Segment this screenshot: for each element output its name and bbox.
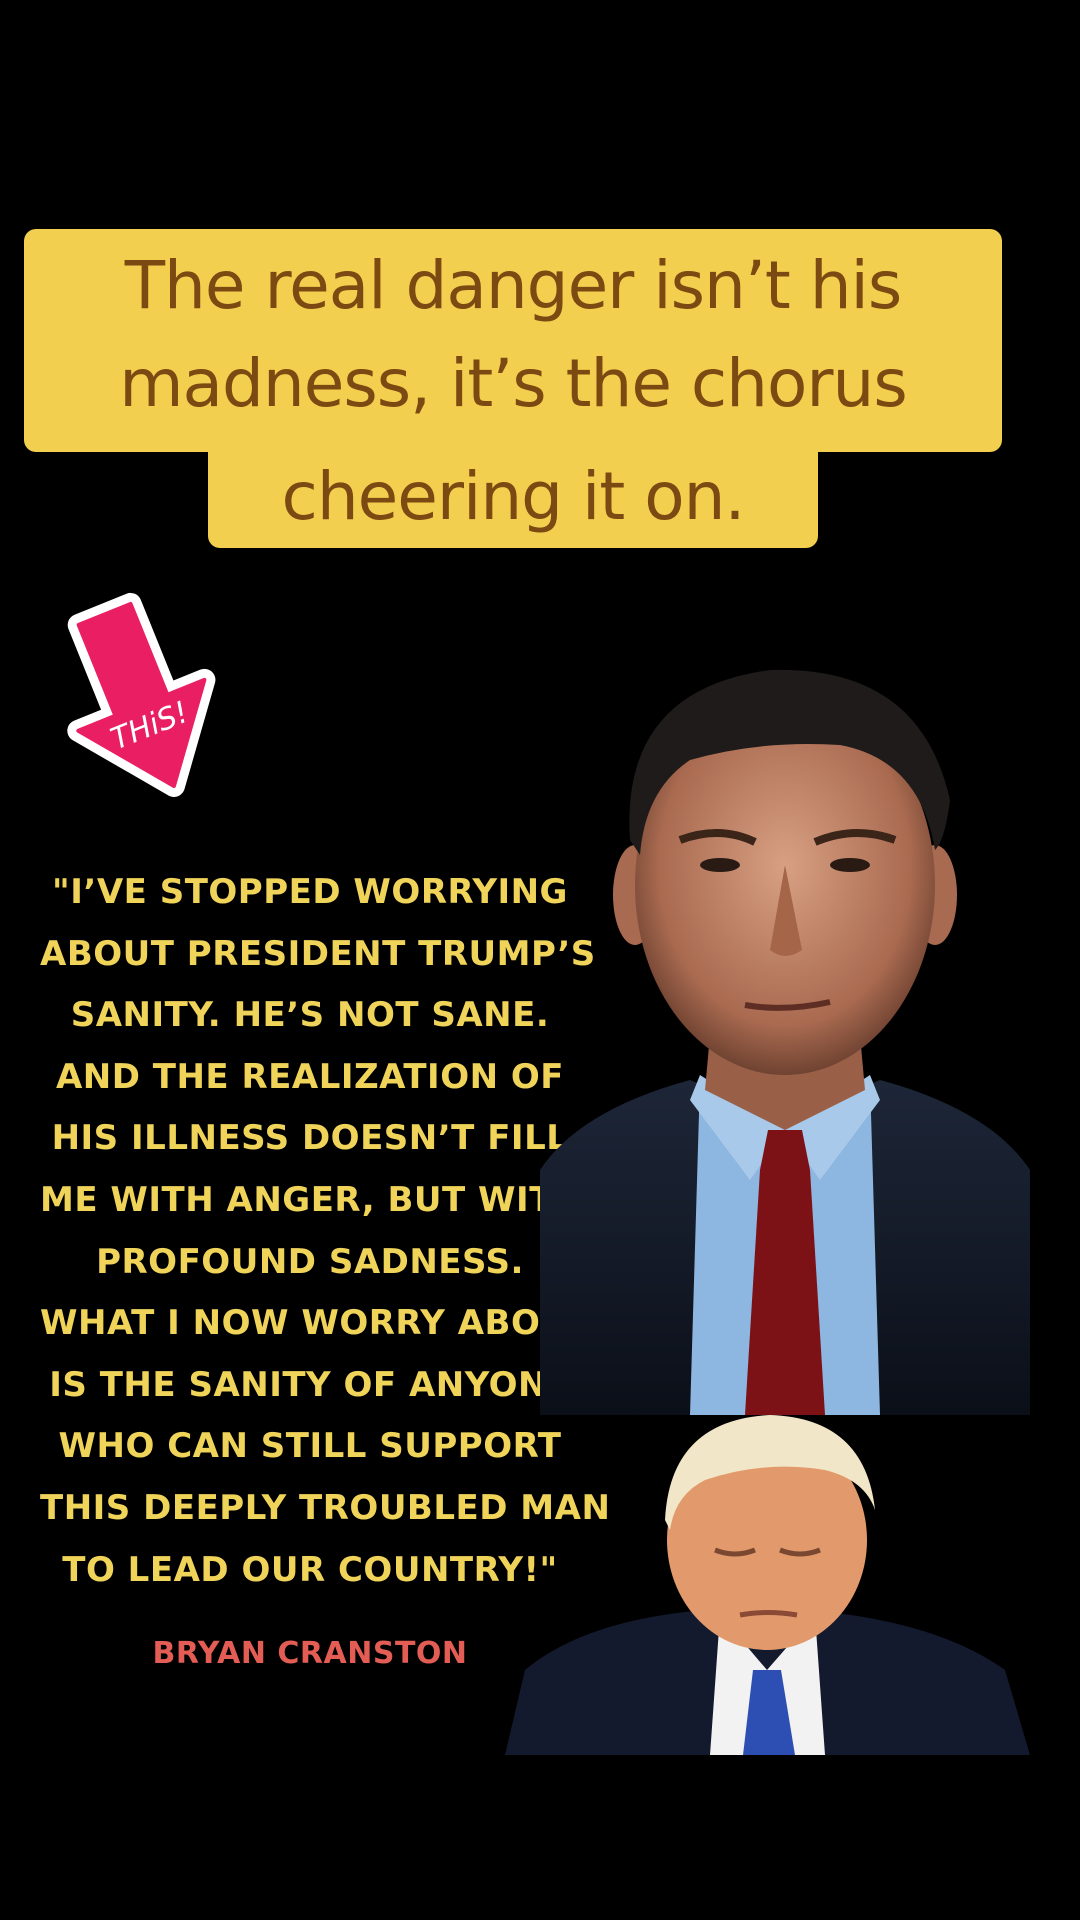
quote-line: "I’ve stopped worrying [52, 872, 568, 912]
caption-box: The real danger isn’t his madness, it’s … [24, 229, 1002, 452]
caption-line-1: The real danger isn’t his [124, 247, 903, 324]
quote-line: to lead our country!" [62, 1549, 558, 1590]
quote-line: sanity. He’s not sane. [70, 995, 550, 1036]
portrait-photo-trump [505, 1415, 1030, 1755]
quote-line: me with anger, but with [40, 1179, 582, 1220]
quote-line: And the realization of [55, 1056, 565, 1097]
arrow-sticker: THiS! [67, 592, 216, 797]
quote-line: this deeply troubled man [40, 1487, 611, 1528]
quote-line: his illness doesn’t fill [51, 1118, 569, 1159]
quote-text: "I’ve stopped worrying about President T… [40, 862, 611, 1601]
quote-line: is the sanity of anyone [49, 1364, 571, 1405]
quote-line: What I now worry about [40, 1303, 593, 1344]
portrait-photo-cranston [540, 669, 1030, 1415]
quote-line: profound sadness. [96, 1241, 524, 1282]
quote-line: who can STILL support [58, 1426, 562, 1467]
caption-line-3: cheering it on. [281, 458, 746, 535]
quote-line: about President Trump’s [40, 933, 596, 974]
caption-line-2: madness, it’s the chorus [119, 345, 908, 422]
caption-box-tail: cheering it on. [208, 450, 818, 548]
quote-attribution: Bryan Cranston [152, 1636, 468, 1671]
